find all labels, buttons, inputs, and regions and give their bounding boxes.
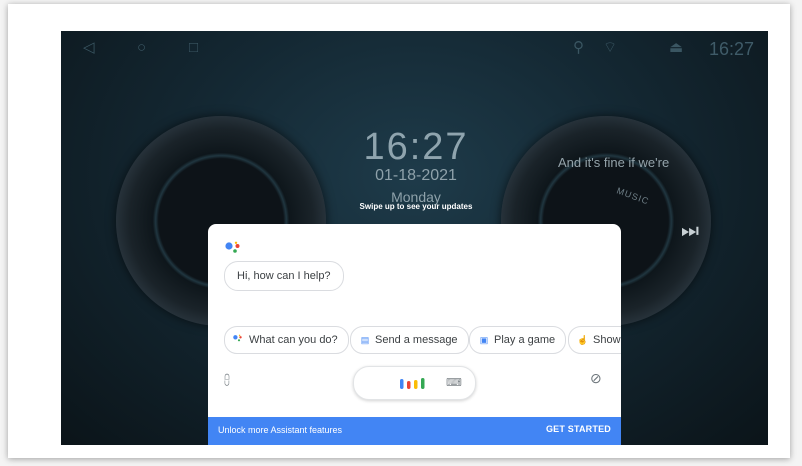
chip-label: Show [593, 334, 621, 346]
hand-icon: ☝ [577, 335, 589, 345]
home-circle-icon[interactable]: ○ [137, 39, 146, 57]
gamepad-icon: ▣ [479, 335, 489, 345]
get-started-button[interactable]: GET STARTED [546, 424, 611, 434]
car-head-unit-screen: ◁ ○ □ ⚲ ⌔ ⏏ 16:27 16:27 01-18-2021 Monda… [61, 31, 768, 445]
assistant-icon [233, 327, 245, 353]
unlock-features-banner: Unlock more Assistant features GET START… [208, 417, 621, 445]
chip-label: Send a message [375, 334, 458, 346]
keyboard-icon[interactable]: ⌨ [446, 376, 462, 389]
assistant-logo-icon [225, 241, 240, 253]
location-icon: ⚲ [573, 39, 584, 56]
song-title: And it's fine if we're [558, 155, 670, 170]
suggestion-chips: What can you do? ▤ Send a message ▣ Play a… [224, 326, 621, 354]
eject-icon[interactable]: ⏏ [669, 39, 683, 57]
back-triangle-icon[interactable]: ◁ [83, 39, 95, 57]
chip-send-a-message[interactable]: ▤ Send a message [350, 326, 469, 354]
google-mic-icon[interactable] [400, 378, 430, 390]
chip-show[interactable]: ☝ Show [568, 326, 621, 354]
banner-text: Unlock more Assistant features [218, 425, 343, 435]
chip-label: What can you do? [249, 334, 338, 346]
assistant-greeting-bubble: Hi, how can I help? [224, 261, 344, 291]
chip-what-can-you-do[interactable]: What can you do? [224, 326, 349, 354]
clock-date: 01-18-2021 [375, 167, 457, 184]
explore-compass-icon[interactable]: ⊘ [590, 370, 602, 387]
status-time: 16:27 [708, 39, 754, 59]
message-icon: ▤ [360, 335, 370, 345]
assistant-sheet: Hi, how can I help? What can you do? ▤ Se… [208, 224, 621, 445]
clock-time: 16:27 [363, 126, 469, 168]
screenshot-frame: ◁ ○ □ ⚲ ⌔ ⏏ 16:27 16:27 01-18-2021 Monda… [8, 4, 790, 458]
wifi-icon: ⌔ [603, 39, 618, 56]
status-bar: ◁ ○ □ ⚲ ⌔ ⏏ 16:27 [61, 31, 768, 65]
recents-square-icon[interactable]: □ [189, 39, 198, 57]
mic-input-pill[interactable]: ⌨ [353, 366, 476, 400]
updates-tray-icon[interactable]: ⩉ [224, 372, 230, 388]
chip-play-a-game[interactable]: ▣ Play a game [469, 326, 567, 354]
swipe-hint: Swipe up to see your updates [359, 202, 473, 211]
chip-label: Play a game [494, 334, 556, 346]
next-track-icon[interactable]: ⏭ [681, 220, 699, 243]
